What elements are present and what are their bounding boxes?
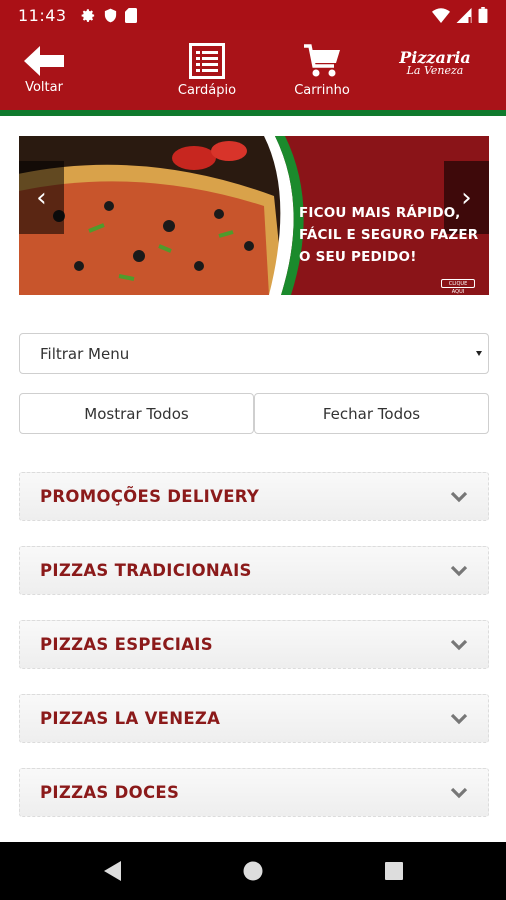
category-promocoes-delivery[interactable]: PROMOÇÕES DELIVERY <box>19 472 489 521</box>
chevron-down-icon <box>450 639 468 651</box>
chevron-down-icon <box>450 787 468 799</box>
shopping-cart-icon <box>304 43 340 76</box>
wifi-icon <box>432 7 450 23</box>
banner-headline: FICOU MAIS RÁPIDO, FÁCIL E SEGURO FAZER … <box>299 205 479 265</box>
category-label: PROMOÇÕES DELIVERY <box>40 487 260 506</box>
category-pizzas-tradicionais[interactable]: PIZZAS TRADICIONAIS <box>19 546 489 595</box>
promo-banner[interactable]: ‹ › FICOU MAIS RÁPIDO, FÁCIL E SEGURO FA… <box>19 136 489 295</box>
brand-logo: Pizzaria La Veneza <box>390 48 480 92</box>
category-pizzas-doces[interactable]: PIZZAS DOCES <box>19 768 489 817</box>
sim-card-icon <box>124 7 137 23</box>
menu-list-icon <box>189 42 225 79</box>
caret-down-icon <box>476 351 482 356</box>
status-time: 11:43 <box>18 5 67 25</box>
chevron-down-icon <box>450 713 468 725</box>
category-pizzas-especiais[interactable]: PIZZAS ESPECIAIS <box>19 620 489 669</box>
chevron-down-icon <box>450 491 468 503</box>
category-label: PIZZAS ESPECIAIS <box>40 635 213 654</box>
show-all-button[interactable]: Mostrar Todos <box>19 393 254 434</box>
back-button[interactable]: Voltar <box>14 30 74 110</box>
cart-button[interactable]: Carrinho <box>289 30 355 110</box>
category-pizzas-la-veneza[interactable]: PIZZAS LA VENEZA <box>19 694 489 743</box>
battery-icon <box>478 7 488 23</box>
filter-menu-select[interactable]: Filtrar Menu <box>19 333 489 374</box>
arrow-left-icon <box>24 45 64 76</box>
menu-label: Cardápio <box>177 82 237 98</box>
home-icon[interactable] <box>242 860 264 882</box>
category-label: PIZZAS LA VENEZA <box>40 709 221 728</box>
back-label: Voltar <box>25 79 63 95</box>
app-toolbar: Voltar Cardápio Carrinho Pizzaria La Ven… <box>0 30 506 110</box>
cart-label: Carrinho <box>294 82 350 98</box>
recents-icon[interactable] <box>383 860 405 882</box>
menu-button[interactable]: Cardápio <box>174 30 240 110</box>
banner-prev-button[interactable]: ‹ <box>19 161 64 234</box>
filter-menu-value: Filtrar Menu <box>40 344 130 363</box>
close-all-button[interactable]: Fechar Todos <box>254 393 489 434</box>
category-label: PIZZAS TRADICIONAIS <box>40 561 252 580</box>
chevron-down-icon <box>450 565 468 577</box>
banner-cta[interactable]: CLIQUE AQUI <box>441 279 475 295</box>
shield-icon <box>104 8 116 22</box>
gear-icon <box>81 8 94 22</box>
toolbar-accent-stripe <box>0 110 506 116</box>
signal-icon <box>456 7 472 23</box>
category-label: PIZZAS DOCES <box>40 783 180 802</box>
chevron-left-icon: ‹ <box>36 182 47 213</box>
system-nav-bar <box>0 842 506 900</box>
back-icon[interactable] <box>101 860 123 882</box>
status-bar: 11:43 <box>0 0 506 30</box>
